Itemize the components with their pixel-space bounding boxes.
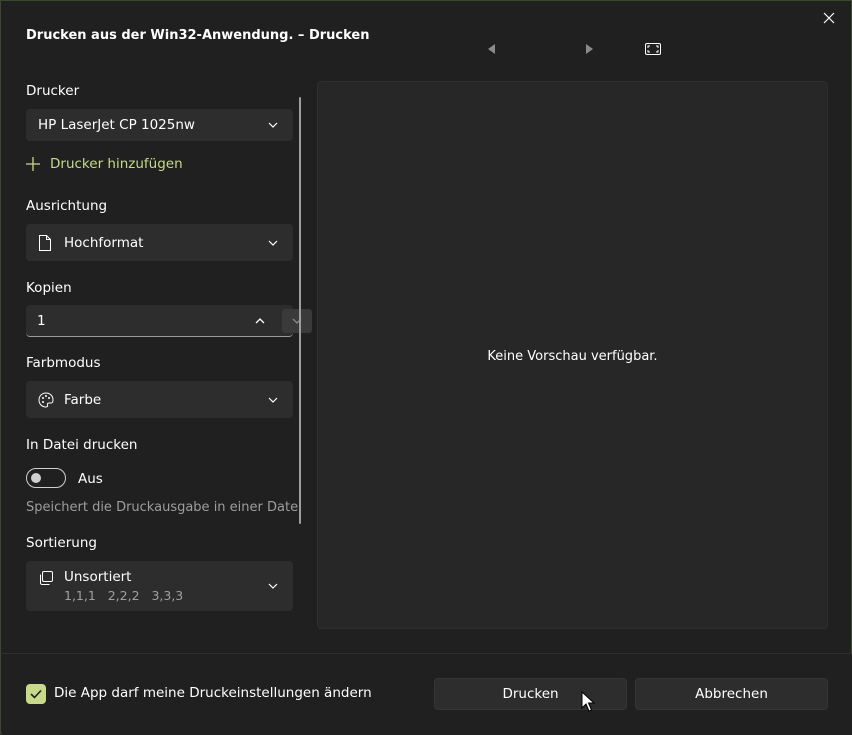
printer-value: HP LaserJet CP 1025nw (38, 117, 195, 133)
toggle-knob (31, 473, 41, 483)
orientation-dropdown[interactable]: Hochformat (26, 224, 293, 261)
print-to-file-label: In Datei drucken (26, 437, 138, 453)
dialog-title: Drucken aus der Win32-Anwendung. – Druck… (26, 28, 370, 43)
collation-text-group: Unsortiert 1,1,1 2,2,2 3,3,3 (64, 569, 183, 603)
print-to-file-hint: Speichert die Druckausgabe in einer Date… (26, 500, 302, 515)
document-icon (39, 234, 51, 251)
print-to-file-toggle[interactable] (26, 468, 66, 488)
chevron-down-icon (292, 318, 302, 324)
chevron-up-icon (255, 318, 265, 324)
copies-value: 1 (37, 313, 46, 329)
fit-page-icon (645, 43, 661, 55)
checkbox-label: Die App darf meine Druckeinstellungen än… (54, 685, 372, 701)
chevron-down-icon (268, 240, 278, 246)
decrement-button[interactable] (282, 309, 312, 333)
collation-dropdown[interactable]: Unsortiert 1,1,1 2,2,2 3,3,3 (26, 561, 293, 611)
printer-label: Drucker (26, 83, 80, 99)
triangle-left-icon (488, 44, 495, 54)
triangle-right-icon (586, 44, 593, 54)
print-dialog: Drucken aus der Win32-Anwendung. – Druck… (0, 0, 852, 735)
plus-icon (26, 157, 40, 171)
color-mode-dropdown[interactable]: Farbe (26, 381, 293, 418)
chevron-down-icon (268, 397, 278, 403)
preview-message: Keine Vorschau verfügbar. (487, 349, 658, 364)
mouse-pointer-icon (581, 691, 595, 712)
close-button[interactable] (813, 3, 845, 33)
copies-label: Kopien (26, 280, 72, 296)
collation-value: Unsortiert (64, 569, 132, 585)
add-printer-link[interactable]: Drucker hinzufügen (26, 154, 183, 174)
orientation-value: Hochformat (64, 234, 144, 251)
orientation-label: Ausrichtung (26, 198, 108, 214)
collation-label: Sortierung (26, 535, 97, 551)
previous-page-button[interactable] (484, 41, 500, 57)
palette-icon (38, 391, 54, 408)
settings-scrollbar[interactable] (299, 97, 301, 524)
fit-to-window-button[interactable] (645, 41, 661, 57)
checkmark-icon (30, 689, 42, 699)
copies-stack-icon (40, 571, 53, 585)
printer-dropdown[interactable]: HP LaserJet CP 1025nw (26, 109, 293, 141)
cancel-button[interactable]: Abbrechen (635, 678, 828, 710)
copies-stepper[interactable]: 1 (26, 305, 312, 337)
next-page-button[interactable] (581, 41, 597, 57)
chevron-down-icon (268, 583, 278, 589)
preview-pane: Keine Vorschau verfügbar. (317, 81, 828, 629)
allow-app-settings-checkbox[interactable] (26, 684, 46, 704)
chevron-down-icon (268, 122, 278, 128)
color-mode-value: Farbe (64, 391, 102, 408)
color-mode-label: Farbmodus (26, 355, 101, 371)
print-button[interactable]: Drucken (434, 678, 627, 710)
add-printer-label: Drucker hinzufügen (50, 156, 183, 172)
toggle-state-label: Aus (78, 471, 103, 487)
collation-detail: 1,1,1 2,2,2 3,3,3 (64, 588, 184, 603)
close-icon (823, 12, 835, 24)
increment-button[interactable] (248, 309, 272, 333)
